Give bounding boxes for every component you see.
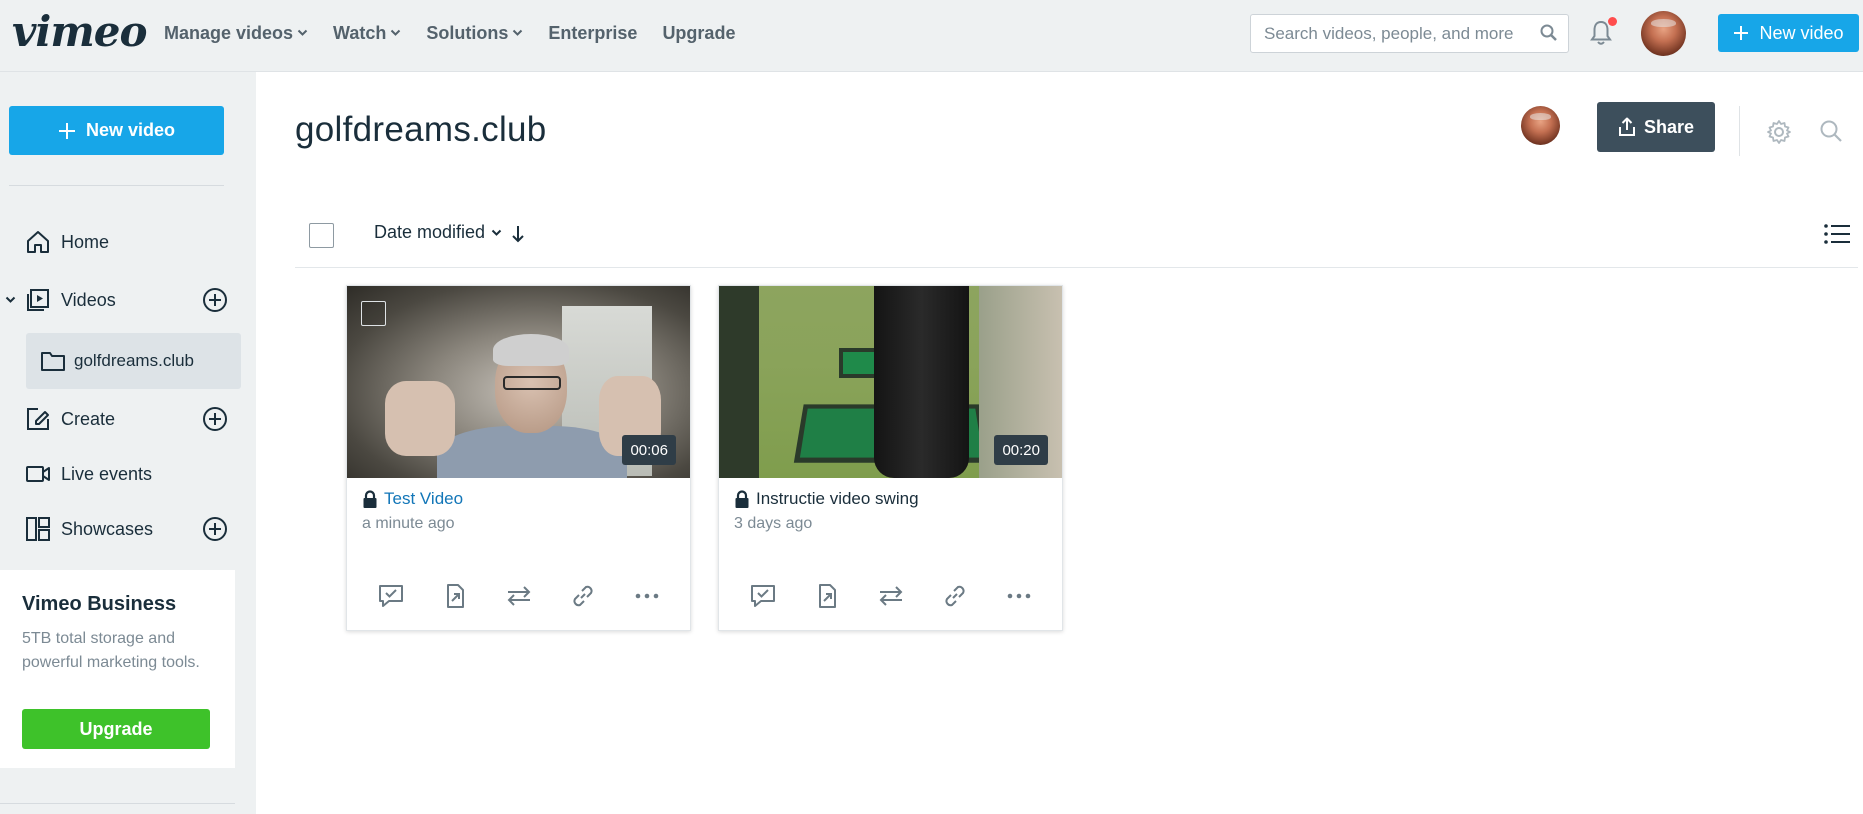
more-options-icon[interactable]	[633, 582, 661, 610]
link-icon[interactable]	[941, 582, 969, 610]
nav-label: Upgrade	[662, 22, 736, 43]
video-actions	[347, 582, 690, 612]
divider	[9, 185, 224, 186]
video-title-row: Test Video	[362, 489, 463, 509]
share-icon	[1618, 117, 1635, 136]
review-comment-icon[interactable]	[749, 582, 777, 610]
more-options-icon[interactable]	[1005, 582, 1033, 610]
sidebar-item-label: Live events	[61, 463, 153, 484]
search-box	[1250, 14, 1569, 53]
duration-badge: 00:20	[994, 435, 1048, 465]
video-card[interactable]: 00:06 Test Video a minute ago	[346, 285, 691, 631]
create-icon	[27, 408, 49, 430]
new-video-label: New video	[1759, 22, 1844, 43]
plus-icon	[58, 122, 75, 139]
nav-manage-videos[interactable]: Manage videos	[164, 23, 308, 44]
sidebar-item-label: Videos	[61, 289, 116, 310]
arrow-down-icon[interactable]	[510, 224, 526, 244]
sidebar-item-folder[interactable]: golfdreams.club	[26, 333, 241, 389]
video-select-checkbox[interactable]	[361, 301, 386, 326]
home-icon	[27, 231, 49, 253]
video-thumbnail[interactable]: 00:20	[719, 286, 1062, 478]
video-library-icon	[27, 289, 49, 311]
sidebar-item-showcases[interactable]: Showcases	[0, 507, 256, 551]
vimeo-logo[interactable]: vimeo	[12, 6, 148, 58]
page-title: golfdreams.club	[295, 110, 547, 149]
chevron-down-icon	[491, 229, 502, 236]
divider	[0, 803, 235, 804]
top-bar: vimeo Manage videos Watch Solutions Ente…	[0, 0, 1863, 72]
list-view-icon[interactable]	[1823, 223, 1851, 245]
sidebar-item-home[interactable]: Home	[0, 220, 256, 264]
lock-icon	[735, 489, 749, 508]
new-video-button[interactable]: New video	[1718, 14, 1859, 52]
sidebar: New video Home Videos golfdreams.club Cr…	[0, 72, 256, 814]
owner-avatar[interactable]	[1521, 106, 1560, 145]
notification-dot	[1608, 17, 1617, 26]
sidebar-item-videos[interactable]: Videos	[0, 278, 256, 322]
nav-enterprise[interactable]: Enterprise	[548, 23, 637, 44]
chevron-down-icon	[513, 29, 523, 36]
video-camera-icon	[26, 466, 50, 482]
lock-icon	[363, 489, 377, 508]
nav-label: Solutions	[426, 22, 509, 43]
video-title-row: Instructie video swing	[734, 489, 919, 509]
sidebar-item-label: Create	[61, 408, 116, 429]
link-icon[interactable]	[569, 582, 597, 610]
nav-watch[interactable]: Watch	[333, 23, 401, 44]
nav-label: Watch	[333, 22, 387, 43]
nav-label: Manage videos	[164, 22, 294, 43]
folder-icon	[41, 352, 65, 371]
showcase-grid-icon	[26, 517, 50, 541]
promo-description: 5TB total storage and powerful marketing…	[22, 630, 200, 671]
share-button[interactable]: Share	[1597, 102, 1715, 152]
nav-solutions[interactable]: Solutions	[426, 23, 523, 44]
embed-export-icon[interactable]	[813, 582, 841, 610]
search-icon[interactable]	[1819, 119, 1843, 143]
vimeo-business-promo: Vimeo Business 5TB total storage and pow…	[0, 570, 235, 768]
video-thumbnail[interactable]: 00:06	[347, 286, 690, 478]
nav-upgrade[interactable]: Upgrade	[662, 23, 735, 44]
sidebar-item-create[interactable]: Create	[0, 397, 256, 441]
divider	[295, 267, 1858, 268]
search-input[interactable]	[1251, 15, 1531, 52]
sidebar-item-label: golfdreams.club	[74, 351, 195, 370]
avatar[interactable]	[1641, 11, 1686, 56]
replace-arrows-icon[interactable]	[877, 582, 905, 610]
video-actions	[719, 582, 1062, 612]
gear-icon[interactable]	[1766, 119, 1792, 145]
add-circle-icon[interactable]	[202, 406, 228, 432]
divider	[1739, 106, 1740, 156]
share-label: Share	[1643, 116, 1695, 137]
plus-icon	[1734, 26, 1749, 40]
nav-label: Enterprise	[548, 22, 638, 43]
sort-dropdown[interactable]: Date modified	[374, 222, 502, 243]
video-title-link[interactable]: Test Video	[384, 489, 463, 509]
chevron-down-icon	[391, 29, 401, 36]
replace-arrows-icon[interactable]	[505, 582, 533, 610]
new-video-label: New video	[85, 120, 176, 140]
select-all-checkbox[interactable]	[309, 223, 334, 248]
sidebar-new-video-button[interactable]: New video	[9, 106, 224, 155]
embed-export-icon[interactable]	[441, 582, 469, 610]
chevron-down-icon	[297, 29, 308, 36]
search-icon[interactable]	[1540, 24, 1558, 42]
chevron-down-icon[interactable]	[5, 296, 16, 304]
video-title-link[interactable]: Instructie video swing	[756, 489, 919, 509]
main-nav: Manage videos Watch Solutions Enterprise…	[164, 0, 760, 66]
video-timestamp: a minute ago	[362, 515, 455, 532]
sidebar-item-live-events[interactable]: Live events	[0, 452, 256, 496]
upgrade-button[interactable]: Upgrade	[22, 709, 210, 749]
video-card[interactable]: 00:20 Instructie video swing 3 days ago	[718, 285, 1063, 631]
add-circle-icon[interactable]	[202, 287, 228, 313]
sort-label: Date modified	[374, 222, 486, 242]
video-timestamp: 3 days ago	[734, 515, 813, 532]
add-circle-icon[interactable]	[202, 516, 228, 542]
sidebar-item-label: Showcases	[61, 518, 154, 539]
sidebar-item-label: Home	[61, 231, 110, 252]
promo-title: Vimeo Business	[22, 593, 177, 615]
duration-badge: 00:06	[622, 435, 676, 465]
review-comment-icon[interactable]	[377, 582, 405, 610]
